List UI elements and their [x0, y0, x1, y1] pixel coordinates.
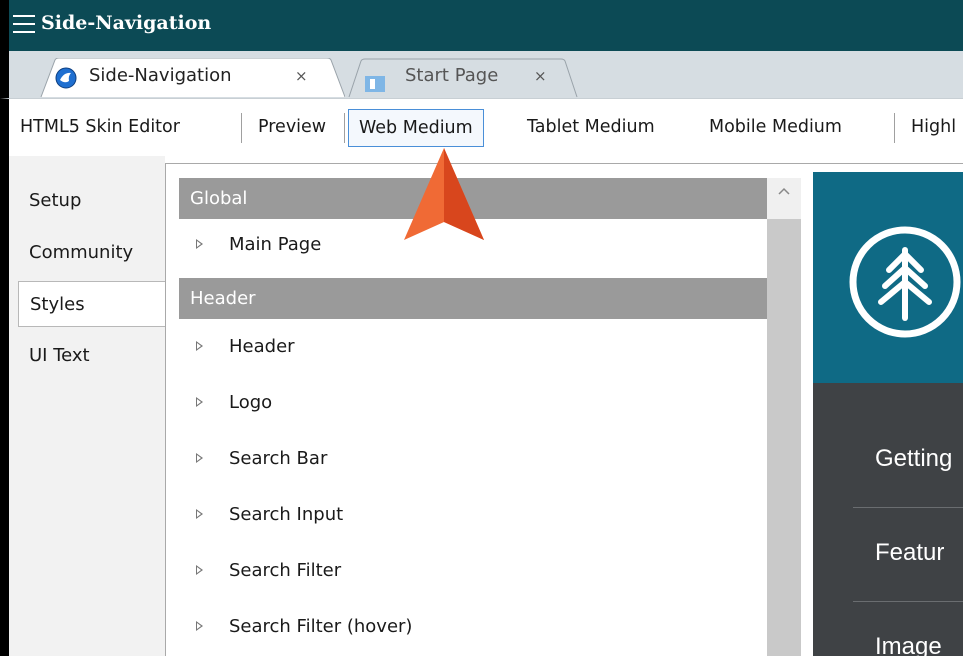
scroll-up-icon[interactable]	[778, 186, 790, 198]
close-icon[interactable]: ×	[295, 58, 308, 94]
expand-triangle-icon[interactable]	[196, 397, 203, 407]
mobile-medium-button[interactable]: Mobile Medium	[709, 109, 842, 147]
tab-start-page[interactable]: Start Page ×	[335, 58, 581, 98]
expand-triangle-icon[interactable]	[196, 565, 203, 575]
list-item[interactable]: Header	[179, 324, 767, 370]
expand-triangle-icon[interactable]	[196, 453, 203, 463]
list-item[interactable]: Search Bar	[179, 436, 767, 482]
title-bar: Side-Navigation	[0, 0, 963, 51]
toolbar-divider	[241, 113, 242, 143]
close-icon[interactable]: ×	[534, 58, 547, 94]
toolbar-divider	[344, 113, 345, 143]
globe-icon	[55, 66, 77, 102]
side-tab-setup[interactable]: Setup	[18, 178, 81, 224]
expand-triangle-icon[interactable]	[196, 621, 203, 631]
list-item[interactable]: Logo	[179, 380, 767, 426]
tab-side-navigation[interactable]: Side-Navigation ×	[23, 58, 345, 98]
web-medium-button[interactable]: Web Medium	[348, 109, 484, 147]
hamburger-menu-icon[interactable]	[13, 15, 35, 35]
skin-preview: Getting Featur Image	[813, 172, 963, 656]
preview-menu-item: Getting	[875, 445, 953, 472]
highlight-button[interactable]: Highl	[911, 109, 956, 147]
preview-menu-item: Image	[875, 633, 942, 656]
tree-logo-icon	[849, 226, 961, 338]
document-tab-strip: Side-Navigation × Start Page ×	[0, 51, 963, 98]
list-item[interactable]: Search Input	[179, 492, 767, 538]
vertical-scrollbar[interactable]	[767, 178, 801, 656]
side-tab-panel: Setup Community Styles UI Text	[0, 156, 175, 656]
expand-triangle-icon[interactable]	[196, 509, 203, 519]
toolbar-divider	[894, 113, 895, 143]
styles-content: Global Main Page Header Header Logo Sear…	[165, 163, 963, 656]
preview-header	[813, 172, 963, 383]
html5-skin-editor-label: HTML5 Skin Editor	[20, 117, 180, 137]
list-item[interactable]: Search Filter	[179, 548, 767, 594]
group-header-header: Header	[179, 278, 767, 319]
side-tab-styles[interactable]: Styles	[18, 281, 175, 327]
preview-side-menu: Getting Featur Image	[813, 383, 963, 656]
side-tab-community[interactable]: Community	[18, 230, 133, 276]
tab-label: Side-Navigation	[89, 65, 232, 86]
style-list: Global Main Page Header Header Logo Sear…	[179, 178, 767, 656]
expand-triangle-icon[interactable]	[196, 341, 203, 351]
side-tab-ui-text[interactable]: UI Text	[18, 333, 90, 379]
expand-triangle-icon[interactable]	[196, 239, 203, 249]
list-item[interactable]: Search Filter (hover)	[179, 604, 767, 650]
preview-label: Preview	[258, 117, 327, 137]
preview-menu-item: Featur	[875, 539, 945, 566]
callout-arrow-icon	[404, 148, 484, 240]
tablet-medium-button[interactable]: Tablet Medium	[527, 109, 655, 147]
window-title: Side-Navigation	[41, 12, 212, 34]
tab-label: Start Page	[405, 65, 499, 86]
